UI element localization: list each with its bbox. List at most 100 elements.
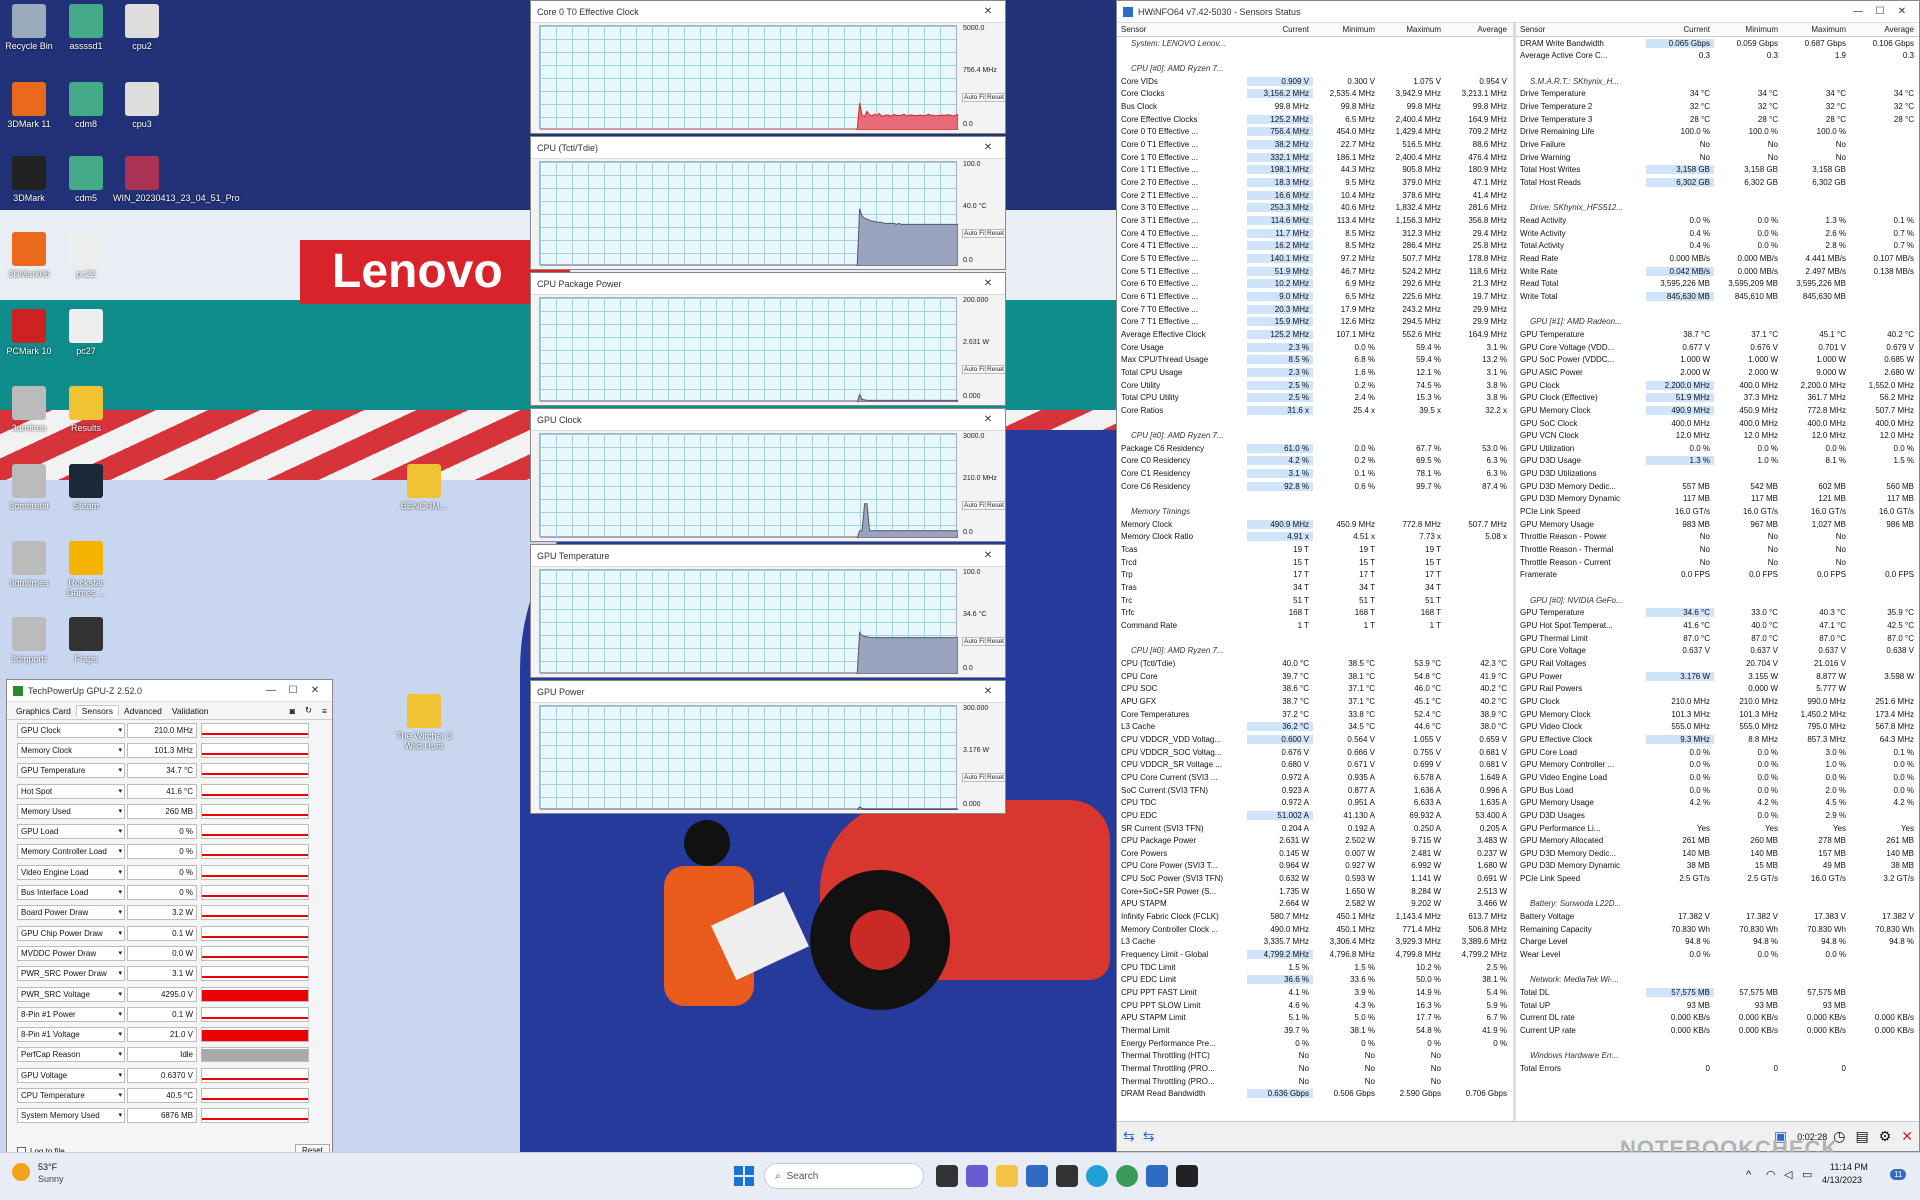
desktop-icon-3dmtimes[interactable]: 3dmtimes (0, 541, 58, 588)
sensor-row[interactable]: Core 1 T1 Effective ... 198.1 MHz 44.3 MHz… (1117, 164, 1513, 177)
desktop-icon-pc22[interactable]: pc22 (57, 232, 115, 279)
sensor-row[interactable]: DRAM Write Bandwidth 0.065 Gbps 0.059 Gbps… (1516, 37, 1919, 50)
sensor-row[interactable]: GPU Thermal Limit 87.0 °C 87.0 °C 87.0 °C 87… (1516, 632, 1919, 645)
sensor-row[interactable]: Core 5 T1 Effective ... 51.9 MHz 46.7 MHz 5… (1117, 265, 1513, 278)
column-header-minimum[interactable]: Minimum (1714, 25, 1782, 34)
clock-date[interactable]: 4/13/2023 (1822, 1175, 1862, 1185)
sensor-row[interactable]: Current UP rate 0.000 KB/s 0.000 KB/s 0.000… (1516, 1024, 1919, 1037)
sensor-row[interactable]: GPU Memory Usage 983 MB 967 MB 1,027 MB 986 … (1516, 518, 1919, 531)
weather-sun-icon[interactable] (12, 1163, 30, 1181)
sensor-row[interactable] (1117, 50, 1513, 63)
graph-reset-button[interactable]: Reset (985, 773, 1005, 782)
sensor-row[interactable]: GPU Video Engine Load 0.0 % 0.0 % 0.0 % 0.0 … (1516, 771, 1919, 784)
tab-validation[interactable]: Validation (167, 706, 214, 716)
sensor-row[interactable]: APU STAPM 2.664 W 2.582 W 9.202 W 3.466 W (1117, 898, 1513, 911)
sensor-row[interactable]: Core Powers 0.145 W 0.007 W 2.481 W 0.237 W (1117, 847, 1513, 860)
minimize-icon[interactable]: — (1847, 6, 1869, 17)
sensor-row[interactable]: GPU Rail Powers 0.000 W 5.777 W (1516, 682, 1919, 695)
column-header-sensor[interactable]: Sensor (1516, 25, 1646, 34)
sensor-row[interactable]: DRAM Read Bandwidth 0.636 Gbps 0.506 Gbps 2… (1117, 1087, 1513, 1100)
desktop-icon-benchm[interactable]: BENCHM... (395, 464, 453, 511)
sensor-row[interactable]: Core 4 T1 Effective ... 16.2 MHz 8.5 MHz 28… (1117, 240, 1513, 253)
sensor-row[interactable]: Total Host Reads 6,302 GB 6,302 GB 6,302 GB (1516, 176, 1919, 189)
sensor-row[interactable]: Thermal Limit 39.7 % 38.1 % 54.8 % 41.9 % (1117, 1024, 1513, 1037)
sensor-row[interactable]: GPU Memory Usage 4.2 % 4.2 % 4.5 % 4.2 % (1516, 796, 1919, 809)
sensor-row[interactable]: Core C0 Residency 4.2 % 0.2 % 69.5 % 6.3 % (1117, 455, 1513, 468)
desktop-icon-3dmark[interactable]: 3DMark (0, 156, 58, 203)
sensor-row[interactable]: Thermal Throttling (HTC) No No No (1117, 1050, 1513, 1063)
gpuz-sensor-select[interactable]: PerfCap Reason (17, 1047, 125, 1063)
clock-time[interactable]: 11:14 PM (1830, 1162, 1868, 1172)
graph-reset-button[interactable]: Reset (985, 501, 1005, 510)
sensor-row[interactable]: CPU EDC Limit 36.6 % 33.6 % 50.0 % 38.1 % (1117, 974, 1513, 987)
gpuz-sensor-select[interactable]: 8-Pin #1 Voltage (17, 1027, 125, 1043)
exit-icon[interactable]: ✕ (1901, 1128, 1913, 1145)
gpuz-sensor-select[interactable]: PWR_SRC Voltage (17, 986, 125, 1002)
sensor-row[interactable]: GPU ASIC Power 2.000 W 2.000 W 9.000 W 2.680… (1516, 366, 1919, 379)
sensor-row[interactable]: Total CPU Usage 2.3 % 1.6 % 12.1 % 3.1 % (1117, 366, 1513, 379)
sensor-row[interactable]: CPU VDDCR_VDD Voltag... 0.600 V 0.564 V 1.0… (1117, 733, 1513, 746)
sensor-row[interactable]: Write Total 845,630 MB 845,610 MB 845,630 M… (1516, 290, 1919, 303)
sensor-row[interactable]: Infinity Fabric Clock (FCLK) 580.7 MHz 450… (1117, 910, 1513, 923)
gpuz-sensor-select[interactable]: Video Engine Load (17, 864, 125, 880)
weather-desc[interactable]: Sunny (38, 1174, 64, 1184)
desktop-icon-results[interactable]: Results (57, 386, 115, 433)
sensor-row[interactable]: Framerate 0.0 FPS 0.0 FPS 0.0 FPS 0.0 FPS (1516, 569, 1919, 582)
sensor-row[interactable]: Core Usage 2.3 % 0.0 % 59.4 % 3.1 % (1117, 341, 1513, 354)
gpuz-sensor-select[interactable]: System Memory Used (17, 1108, 125, 1124)
desktop-icon-cdm8[interactable]: cdm8 (57, 82, 115, 129)
sensor-row[interactable]: Command Rate 1 T 1 T 1 T (1117, 619, 1513, 632)
close-icon[interactable]: ✕ (977, 550, 999, 561)
tab-graphics-card[interactable]: Graphics Card (11, 706, 76, 716)
close-icon[interactable]: ✕ (977, 686, 999, 697)
gpuz-sensor-select[interactable]: GPU Voltage (17, 1067, 125, 1083)
task-view-icon[interactable] (936, 1165, 958, 1187)
column-header-average[interactable]: Average (1445, 25, 1511, 34)
sensor-row[interactable]: GPU Hot Spot Temperat... 41.6 °C 40.0 °C 47… (1516, 619, 1919, 632)
gpuz-sensor-select[interactable]: 8-Pin #1 Power (17, 1006, 125, 1022)
sensor-row[interactable]: Core+SoC+SR Power (S... 1.735 W 1.650 W 8.2… (1117, 885, 1513, 898)
close-icon[interactable]: ✕ (977, 142, 999, 153)
desktop-icon-the-witcher-3-wild-hunt[interactable]: The Witcher 3 Wild Hunt (395, 694, 453, 751)
settings-icon[interactable]: ⚙ (1879, 1128, 1892, 1145)
desktop-icon-3dmfireult[interactable]: 3dmfireult (0, 464, 58, 511)
sensor-row[interactable]: CPU Core 39.7 °C 38.1 °C 54.8 °C 41.9 °C (1117, 670, 1513, 683)
sensor-row[interactable]: CPU (Tctl/Tdie) 40.0 °C 38.5 °C 53.9 °C 42.3… (1117, 657, 1513, 670)
sensor-row[interactable]: Charge Level 94.8 % 94.8 % 94.8 % 94.8 % (1516, 936, 1919, 949)
sensor-row[interactable]: Battery Voltage 17.382 V 17.382 V 17.383 V 1… (1516, 910, 1919, 923)
sensor-row[interactable]: GPU Rail Voltages 20.704 V 21.016 V (1516, 657, 1919, 670)
close-icon[interactable]: ✕ (977, 278, 999, 289)
tab-advanced[interactable]: Advanced (119, 706, 167, 716)
sensor-row[interactable]: Package C6 Residency 61.0 % 0.0 % 67.7 % 53.… (1117, 442, 1513, 455)
sensor-row[interactable]: GPU Effective Clock 9.3 MHz 8.8 MHz 857.3 M… (1516, 733, 1919, 746)
sensor-group-header[interactable]: Memory Timings (1117, 505, 1513, 518)
column-header-maximum[interactable]: Maximum (1379, 25, 1445, 34)
desktop-icon-win-20230413-23-04-51-pro[interactable]: WIN_20230413_23_04_51_Pro (113, 156, 240, 203)
sensor-row[interactable]: Drive Failure No No No (1516, 138, 1919, 151)
sensor-row[interactable]: Thermal Throttling (PRO... No No No (1117, 1075, 1513, 1088)
close-icon[interactable]: ✕ (304, 685, 326, 696)
sensor-row[interactable] (1117, 493, 1513, 506)
column-header-current[interactable]: Current (1247, 25, 1313, 34)
sensor-row[interactable] (1516, 885, 1919, 898)
sensor-row[interactable]: GPU D3D Usage 1.3 % 1.0 % 8.1 % 1.5 % (1516, 455, 1919, 468)
sensor-row[interactable]: Read Activity 0.0 % 0.0 % 1.3 % 0.1 % (1516, 214, 1919, 227)
file-explorer-icon[interactable] (996, 1165, 1018, 1187)
sensor-row[interactable]: CPU VDDCR_SR Voltage ... 0.680 V 0.671 V 0.… (1117, 758, 1513, 771)
sensor-row[interactable]: Drive Warning No No No (1516, 151, 1919, 164)
sensor-group-header[interactable]: Windows Hardware Err... (1516, 1050, 1919, 1063)
sensor-row[interactable]: GPU SoC Clock 400.0 MHz 400.0 MHz 400.0 MHz… (1516, 417, 1919, 430)
sensor-group-header[interactable]: CPU [#0]: AMD Ryzen 7... (1117, 62, 1513, 75)
sensor-row[interactable]: L3 Cache 3,335.7 MHz 3,306.4 MHz 3,929.3 MH… (1117, 936, 1513, 949)
sensor-row[interactable]: Core 3 T1 Effective ... 114.6 MHz 113.4 MH… (1117, 214, 1513, 227)
sensor-row[interactable]: Core 2 T0 Effective ... 18.3 MHz 9.5 MHz 37… (1117, 176, 1513, 189)
desktop-icon-pc27[interactable]: pc27 (57, 309, 115, 356)
gpuz-sensor-select[interactable]: Board Power Draw (17, 905, 125, 921)
sensor-row[interactable]: GPU Core Voltage 0.637 V 0.637 V 0.637 V 0.6… (1516, 645, 1919, 658)
gpuz-sensor-select[interactable]: Memory Clock (17, 742, 125, 758)
edge-icon[interactable] (1086, 1165, 1108, 1187)
maximize-icon[interactable]: ☐ (282, 685, 304, 696)
sensor-row[interactable]: Thermal Throttling (PRO... No No No (1117, 1062, 1513, 1075)
sensor-row[interactable] (1516, 303, 1919, 316)
sensor-row[interactable]: CPU TDC Limit 1.5 % 1.5 % 10.2 % 2.5 % (1117, 961, 1513, 974)
